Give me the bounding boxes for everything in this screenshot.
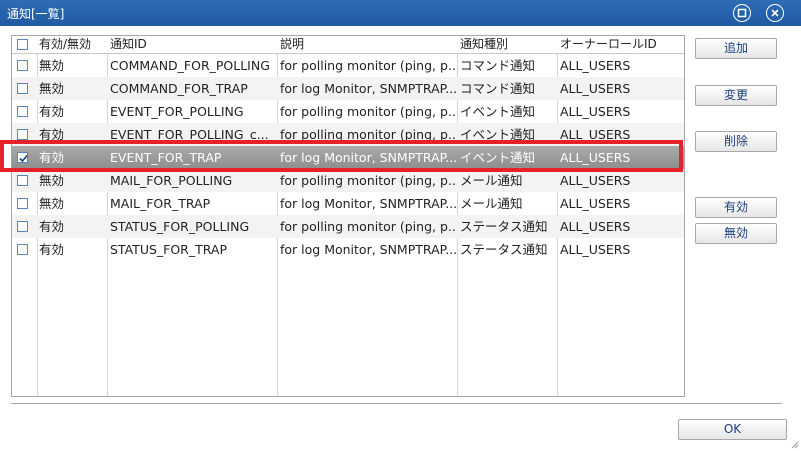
cell-description: for polling monitor (ping, p... bbox=[280, 104, 457, 119]
cell-description: for polling monitor (ping, p... bbox=[280, 127, 457, 142]
table-row[interactable]: 有効 EVENT_FOR_TRAP for log Monitor, SNMPTRA… bbox=[12, 146, 684, 169]
cell-enabled: 無効 bbox=[39, 58, 65, 73]
cell-enabled: 有効 bbox=[39, 219, 65, 234]
cell-notification-id: COMMAND_FOR_TRAP bbox=[110, 81, 248, 96]
cell-notification-type: メール通知 bbox=[460, 196, 523, 211]
cell-owner-role-id: ALL_USERS bbox=[560, 127, 631, 142]
cell-description: for log Monitor, SNMPTRAP... bbox=[280, 150, 457, 165]
cell-description: for log Monitor, SNMPTRAP... bbox=[280, 81, 457, 96]
cell-notification-type: ステータス通知 bbox=[460, 219, 548, 234]
modify-button[interactable]: 変更 bbox=[695, 85, 777, 106]
cell-description: for polling monitor (ping, p... bbox=[280, 173, 457, 188]
header-description[interactable]: 説明 bbox=[277, 36, 457, 54]
cell-enabled: 無効 bbox=[39, 81, 65, 96]
cell-owner-role-id: ALL_USERS bbox=[560, 173, 631, 188]
cell-notification-type: イベント通知 bbox=[460, 150, 536, 165]
delete-button[interactable]: 削除 bbox=[695, 131, 777, 152]
enable-button[interactable]: 有効 bbox=[695, 197, 777, 218]
add-button[interactable]: 追加 bbox=[695, 38, 777, 59]
cell-notification-id: EVENT_FOR_TRAP bbox=[110, 150, 222, 165]
cell-enabled: 有効 bbox=[39, 150, 65, 165]
row-checkbox[interactable] bbox=[17, 198, 28, 209]
table-header: 有効/無効 通知ID 説明 通知種別 オーナーロールID bbox=[12, 36, 684, 54]
disable-button[interactable]: 無効 bbox=[695, 223, 777, 244]
cell-notification-type: イベント通知 bbox=[460, 127, 536, 142]
row-checkbox[interactable] bbox=[17, 221, 28, 232]
header-notification-id[interactable]: 通知ID bbox=[107, 36, 277, 54]
table-row[interactable]: 無効 COMMAND_FOR_TRAP for log Monitor, SNMPT… bbox=[12, 77, 684, 100]
cell-description: for polling monitor (ping, p... bbox=[280, 219, 457, 234]
header-notification-type[interactable]: 通知種別 bbox=[457, 36, 557, 54]
cell-description: for log Monitor, SNMPTRAP... bbox=[280, 242, 457, 257]
table-row[interactable]: 有効 EVENT_FOR_POLLING for polling monitor (… bbox=[12, 100, 684, 123]
table-row[interactable]: 無効 MAIL_FOR_POLLING for polling monitor (p… bbox=[12, 169, 684, 192]
cell-enabled: 無効 bbox=[39, 173, 65, 188]
cell-notification-id: STATUS_FOR_TRAP bbox=[110, 242, 228, 257]
select-all-checkbox[interactable] bbox=[17, 39, 28, 50]
row-checkbox[interactable] bbox=[17, 244, 28, 255]
cell-notification-id: STATUS_FOR_POLLING bbox=[110, 219, 250, 234]
row-checkbox[interactable] bbox=[17, 106, 28, 117]
cell-owner-role-id: ALL_USERS bbox=[560, 150, 631, 165]
maximize-icon bbox=[737, 8, 747, 18]
cell-enabled: 有効 bbox=[39, 104, 65, 119]
row-checkbox[interactable] bbox=[17, 83, 28, 94]
cell-enabled: 無効 bbox=[39, 196, 65, 211]
table-row[interactable]: 無効 MAIL_FOR_TRAP for log Monitor, SNMPTRAP… bbox=[12, 192, 684, 215]
cell-notification-type: メール通知 bbox=[460, 173, 523, 188]
table-row[interactable]: 有効 STATUS_FOR_TRAP for log Monitor, SNMPTR… bbox=[12, 238, 684, 261]
row-checkbox[interactable] bbox=[17, 60, 28, 71]
resize-grip-icon[interactable] bbox=[789, 439, 799, 449]
window-title: 通知[一覧] bbox=[7, 7, 65, 21]
cell-notification-type: イベント通知 bbox=[460, 104, 536, 119]
cell-notification-id: MAIL_FOR_TRAP bbox=[110, 196, 211, 211]
row-checkbox[interactable] bbox=[17, 129, 28, 140]
table-row[interactable]: 有効 STATUS_FOR_POLLING for polling monitor … bbox=[12, 215, 684, 238]
row-checkbox[interactable] bbox=[17, 175, 28, 186]
cell-owner-role-id: ALL_USERS bbox=[560, 242, 631, 257]
cell-enabled: 有効 bbox=[39, 242, 65, 257]
header-owner-role-id[interactable]: オーナーロールID bbox=[557, 36, 684, 54]
title-bar: 通知[一覧] bbox=[0, 0, 801, 26]
cell-owner-role-id: ALL_USERS bbox=[560, 81, 631, 96]
cell-owner-role-id: ALL_USERS bbox=[560, 104, 631, 119]
notification-table[interactable]: 有効/無効 通知ID 説明 通知種別 オーナーロールID 無効 COMMAND_F… bbox=[11, 35, 685, 397]
cell-owner-role-id: ALL_USERS bbox=[560, 219, 631, 234]
cell-enabled: 有効 bbox=[39, 127, 65, 142]
cell-description: for polling monitor (ping, p... bbox=[280, 58, 457, 73]
table-row[interactable]: 有効 EVENT_FOR_POLLING_c... for polling moni… bbox=[12, 123, 684, 146]
ok-button[interactable]: OK bbox=[678, 419, 787, 440]
cell-owner-role-id: ALL_USERS bbox=[560, 196, 631, 211]
maximize-button[interactable] bbox=[733, 4, 751, 22]
cell-notification-id: COMMAND_FOR_POLLING bbox=[110, 58, 270, 73]
close-icon bbox=[771, 9, 779, 17]
cell-notification-type: ステータス通知 bbox=[460, 242, 548, 257]
header-enabled[interactable]: 有効/無効 bbox=[36, 36, 107, 54]
table-row[interactable]: 無効 COMMAND_FOR_POLLING for polling monitor… bbox=[12, 54, 684, 77]
cell-notification-type: コマンド通知 bbox=[460, 58, 536, 73]
cell-notification-type: コマンド通知 bbox=[460, 81, 536, 96]
row-checkbox[interactable] bbox=[17, 152, 28, 163]
cell-description: for log Monitor, SNMPTRAP... bbox=[280, 196, 457, 211]
cell-owner-role-id: ALL_USERS bbox=[560, 58, 631, 73]
cell-notification-id: EVENT_FOR_POLLING_c... bbox=[110, 127, 269, 142]
close-button[interactable] bbox=[766, 4, 784, 22]
cell-notification-id: EVENT_FOR_POLLING bbox=[110, 104, 244, 119]
footer-separator bbox=[11, 403, 782, 405]
cell-notification-id: MAIL_FOR_POLLING bbox=[110, 173, 233, 188]
checkmark-icon bbox=[19, 154, 28, 163]
